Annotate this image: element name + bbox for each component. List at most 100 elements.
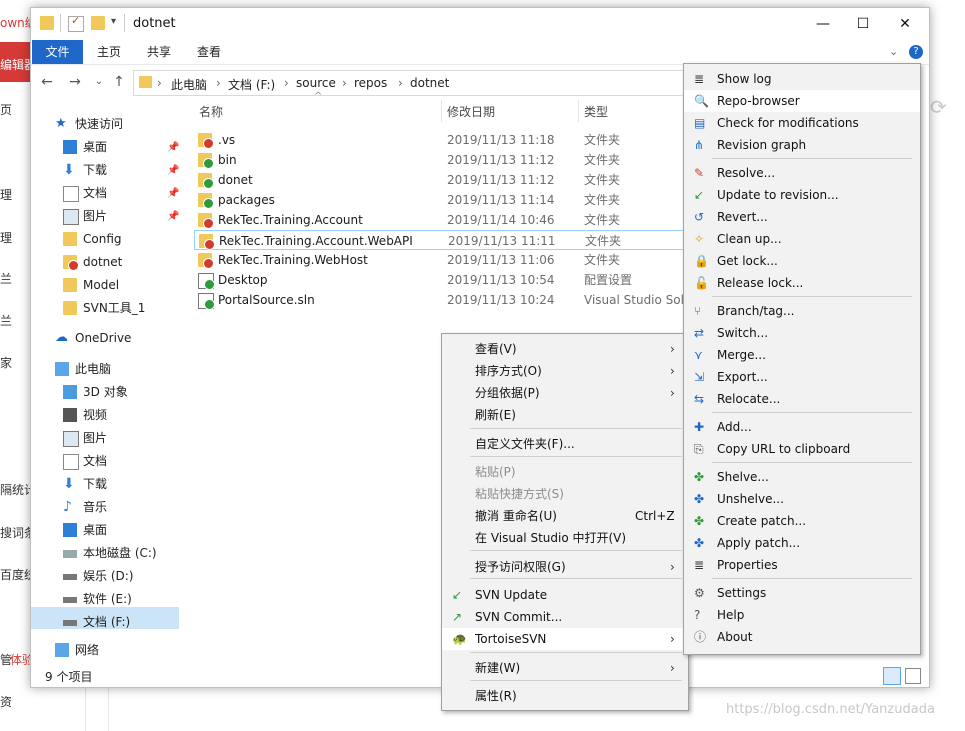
new-folder-icon[interactable] [91,16,105,30]
svn-menu-item-resolve[interactable]: ✎ Resolve... [684,162,920,184]
menu-item-refresh[interactable]: 刷新(E) [442,404,688,426]
svn-menu-item-check-for-modifications[interactable]: ▤ Check for modifications [684,112,920,134]
svn-commit-icon: ↗ [452,610,463,624]
table-row[interactable]: RekTec.Training.Account 2019/11/14 10:46 文… [194,210,684,230]
svn-menu-item-revision-graph[interactable]: ⋔ Revision graph [684,134,920,156]
file-type: 文件夹 [584,193,621,207]
menu-item-customize-folder[interactable]: 自定义文件夹(F)... [442,433,688,455]
column-divider[interactable] [441,100,442,122]
menu-item-paste-shortcut[interactable]: 粘贴快捷方式(S) [442,483,688,505]
back-arrow-icon[interactable]: ← [37,72,57,92]
tab-share[interactable]: 共享 [137,40,181,64]
pin-icon[interactable]: 📌 [167,165,179,176]
svn-menu-item-relocate[interactable]: ⇆ Relocate... [684,388,920,410]
table-row[interactable]: Desktop 2019/11/13 10:54 配置设置 [194,270,684,290]
file-name: RekTec.Training.WebHost [218,253,368,267]
table-row[interactable]: packages 2019/11/13 11:14 文件夹 [194,190,684,210]
ribbon-expand-icon[interactable]: ⌄ [889,45,898,58]
quick-access-toolbar-dropdown[interactable]: ▾ [111,16,116,27]
menu-item-paste[interactable]: 粘贴(P) [442,461,688,483]
column-header-name[interactable]: 名称 [199,103,223,120]
svn-menu-item-create-patch[interactable]: ✤ Create patch... [684,510,920,532]
svn-menu-item-settings[interactable]: ⚙ Settings [684,582,920,604]
breadcrumb-this-pc[interactable]: 此电脑 [171,76,207,93]
svn-menu-item-repo-browser[interactable]: 🔍 Repo-browser [684,90,920,112]
menu-item-sort-by[interactable]: 排序方式(O) › [442,360,688,382]
svn-menu-item-copy-url-to-clipboard[interactable]: ⎘ Copy URL to clipboard [684,438,920,460]
table-row[interactable]: RekTec.Training.Account.WebAPI 2019/11/13… [194,230,684,250]
pin-icon[interactable]: 📌 [167,142,179,153]
svn-menu-item-shelve[interactable]: ✤ Shelve... [684,466,920,488]
menu-item-tortoisesvn[interactable]: 🐢 TortoiseSVN › [442,628,688,650]
recent-locations-dropdown[interactable]: ⌄ [89,72,109,92]
pin-icon[interactable]: 📌 [167,188,179,199]
table-row[interactable]: RekTec.Training.WebHost 2019/11/13 11:06 文… [194,250,684,270]
maximize-button[interactable]: ☐ [843,12,883,36]
table-row[interactable]: bin 2019/11/13 11:12 文件夹 [194,150,684,170]
svn-menu-item-get-lock[interactable]: 🔒 Get lock... [684,250,920,272]
breadcrumb-repos[interactable]: repos [354,76,387,90]
column-divider[interactable] [578,100,579,122]
minimize-button[interactable]: — [803,12,843,36]
menu-item-label: Get lock... [717,254,778,268]
breadcrumb-drive-f[interactable]: 文档 (F:) [228,76,275,93]
menu-item-svn-update[interactable]: ↙ SVN Update [442,584,688,606]
help-icon[interactable]: ? [909,45,923,59]
menu-item-label: Copy URL to clipboard [717,442,851,456]
menu-separator [712,462,912,463]
menu-item-properties[interactable]: 属性(R) [442,685,688,707]
breadcrumb-separator: › [216,76,221,90]
svn-menu-item-properties[interactable]: ≣ Properties [684,554,920,576]
breadcrumb-separator: › [157,76,162,90]
menu-item-give-access-to[interactable]: 授予访问权限(G) › [442,556,688,578]
svn-menu-item-unshelve[interactable]: ✤ Unshelve... [684,488,920,510]
details-view-icon[interactable] [883,667,901,685]
properties-icon[interactable]: ✓ [68,14,84,32]
breadcrumb-dotnet[interactable]: dotnet [410,76,449,90]
menu-item-label: Clean up... [717,232,782,246]
table-row[interactable]: PortalSource.sln 2019/11/13 10:24 Visual S… [194,290,695,310]
file-type: 文件夹 [584,173,621,187]
tab-file[interactable]: 文件 [32,40,83,64]
menu-item-open-in-visual-studio[interactable]: 在 Visual Studio 中打开(V) [442,527,688,549]
svn-menu-item-switch[interactable]: ⇄ Switch... [684,322,920,344]
address-bar[interactable]: › 此电脑 › 文档 (F:) › source › repos › dotne… [133,70,695,96]
svn-menu-item-about[interactable]: ⓘ About [684,626,920,648]
menu-item-label: Help [717,608,745,622]
menu-item-new[interactable]: 新建(W) › [442,657,688,679]
divider [60,14,61,32]
svn-menu-item-add[interactable]: ✚ Add... [684,416,920,438]
help-icon: ? [694,608,701,622]
svn-menu-item-show-log[interactable]: ≣ Show log [684,68,920,90]
menu-item-label: SVN Commit... [475,610,563,624]
forward-arrow-icon[interactable]: → [65,72,85,92]
column-header-date[interactable]: 修改日期 [447,103,495,120]
folder-icon [63,278,77,292]
svn-menu-item-branch-tag[interactable]: ⑂ Branch/tag... [684,300,920,322]
folder-icon [198,153,214,169]
bg-snippet: 资 [0,695,13,709]
menu-item-undo-rename[interactable]: 撤消 重命名(U) Ctrl+Z [442,505,688,527]
svn-menu-item-apply-patch[interactable]: ✤ Apply patch... [684,532,920,554]
pin-icon[interactable]: 📌 [167,211,179,222]
large-icons-view-icon[interactable] [905,668,921,684]
svn-menu-item-update-to-revision[interactable]: ↙ Update to revision... [684,184,920,206]
svn-menu-item-release-lock[interactable]: 🔓 Release lock... [684,272,920,294]
document-icon [63,186,79,202]
menu-item-view[interactable]: 查看(V) › [442,338,688,360]
svn-menu-item-merge[interactable]: ⋎ Merge... [684,344,920,366]
tab-home[interactable]: 主页 [87,40,131,64]
up-arrow-icon[interactable]: ↑ [109,72,129,92]
table-row[interactable]: donet 2019/11/13 11:12 文件夹 [194,170,684,190]
tab-view[interactable]: 查看 [187,40,231,64]
svn-menu-item-export[interactable]: ⇲ Export... [684,366,920,388]
svn-menu-item-help[interactable]: ? Help [684,604,920,626]
close-button[interactable]: ✕ [885,12,925,36]
breadcrumb-source[interactable]: source [296,76,336,90]
menu-item-svn-commit[interactable]: ↗ SVN Commit... [442,606,688,628]
menu-item-group-by[interactable]: 分组依据(P) › [442,382,688,404]
svn-menu-item-clean-up[interactable]: ✧ Clean up... [684,228,920,250]
column-header-type[interactable]: 类型 [584,103,608,120]
svn-menu-item-revert[interactable]: ↺ Revert... [684,206,920,228]
table-row[interactable]: .vs 2019/11/13 11:18 文件夹 [194,130,684,150]
